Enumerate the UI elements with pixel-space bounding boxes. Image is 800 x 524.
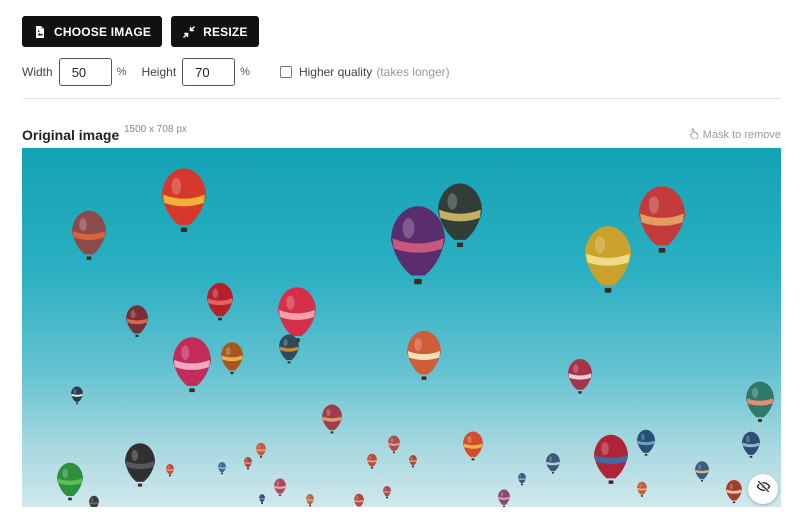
width-input[interactable] [58,58,112,86]
height-input[interactable] [182,58,236,86]
height-label: Height [141,65,177,79]
balloon [354,493,364,507]
original-image-header: Original image 1500 x 708 px Mask to rem… [22,124,781,146]
balloon [518,473,526,486]
balloon [162,168,207,233]
shrink-arrows-icon [183,25,195,38]
balloon [568,359,592,394]
balloon [383,486,391,499]
height-unit: % [240,66,250,78]
higher-quality-checkbox[interactable] [279,66,292,78]
choose-image-label: CHOOSE IMAGE [54,24,152,39]
balloon [726,480,742,504]
balloon [207,282,233,321]
balloon [279,334,299,364]
balloon [218,462,226,475]
balloon [72,210,106,260]
width-label: Width [22,65,53,79]
width-unit: % [116,66,127,78]
eye-slash-icon [756,479,771,499]
balloon [256,442,266,458]
balloon [546,453,560,474]
divider [22,98,781,99]
balloon [57,462,83,501]
balloon [125,443,155,487]
balloon [322,404,342,434]
balloon [746,381,774,422]
balloon [639,186,685,253]
mask-to-remove-label: Mask to remove [702,129,781,141]
hand-pointer-icon [688,128,699,142]
balloon [637,481,647,497]
resize-button[interactable]: RESIZE [171,16,259,47]
balloon [89,495,99,507]
balloon [306,494,314,507]
balloon [126,305,148,338]
original-image-title: Original image [22,127,120,143]
balloon [409,455,417,468]
balloon [173,337,211,393]
balloon [166,464,174,477]
balloon [463,431,483,461]
balloon [407,330,441,380]
resize-label: RESIZE [203,24,248,39]
balloon [695,461,709,482]
choose-image-button[interactable]: CHOOSE IMAGE [22,16,163,47]
balloon [388,435,400,454]
balloon [278,287,316,343]
mask-to-remove-button[interactable]: Mask to remove [688,128,781,142]
balloon [498,489,510,507]
balloon [637,429,655,456]
balloon [391,206,445,285]
balloon [367,453,377,469]
hot-air-balloons-photo [57,168,774,507]
balloon [585,226,631,293]
image-file-icon [34,25,46,38]
resize-options: Width % Height % Higher quality (takes l… [22,58,450,86]
balloon [221,342,243,375]
toolbar: CHOOSE IMAGE RESIZE [22,16,259,47]
visibility-toggle-button[interactable] [748,474,778,504]
balloon [71,386,83,405]
original-image-preview[interactable] [22,148,781,507]
balloon [594,434,628,484]
balloon [259,494,265,504]
image-dimensions: 1500 x 708 px [124,124,187,135]
higher-quality-note: (takes longer) [376,65,450,79]
balloon [274,478,286,497]
balloon [742,431,760,458]
higher-quality-label[interactable]: Higher quality [299,65,372,79]
balloon [244,457,252,470]
